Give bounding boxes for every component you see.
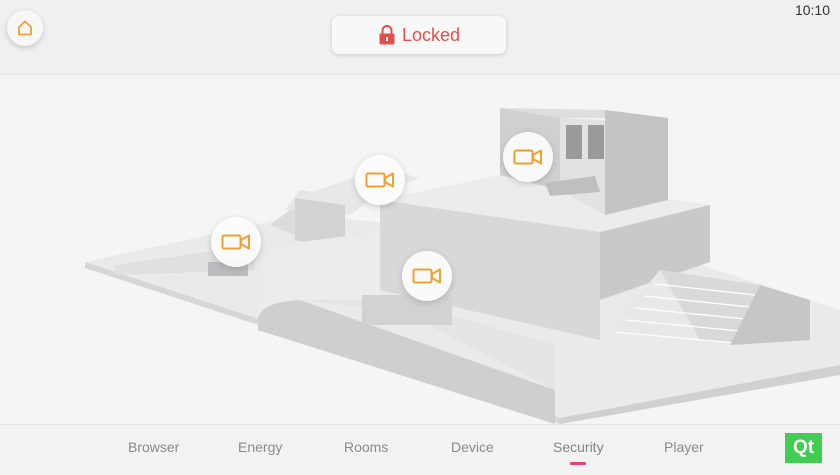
camera-4-button[interactable] <box>402 251 452 301</box>
nav-rooms[interactable]: Rooms <box>344 439 388 455</box>
video-camera-icon <box>365 172 394 188</box>
video-camera-icon <box>412 268 441 284</box>
house-model <box>85 108 840 424</box>
camera-3-button[interactable] <box>503 132 553 182</box>
bottom-nav: Browser Energy Rooms Device Security Pla… <box>0 424 840 475</box>
home-button[interactable] <box>7 10 43 46</box>
qt-logo: Qt <box>785 433 822 463</box>
video-camera-icon <box>513 149 542 165</box>
home-icon <box>18 20 32 36</box>
nav-device[interactable]: Device <box>451 439 494 455</box>
clock: 10:10 <box>794 2 830 18</box>
active-tab-indicator <box>570 462 586 465</box>
nav-browser[interactable]: Browser <box>128 439 179 455</box>
qt-logo-text: Qt <box>792 437 815 458</box>
nav-security[interactable]: Security <box>553 439 604 455</box>
camera-1-button[interactable] <box>211 217 261 267</box>
camera-2-button[interactable] <box>355 155 405 205</box>
lock-status-button[interactable]: Locked <box>332 16 506 54</box>
nav-player[interactable]: Player <box>664 439 704 455</box>
top-bar: Locked 10:10 <box>0 0 840 75</box>
lock-status-label: Locked <box>401 24 461 45</box>
nav-energy[interactable]: Energy <box>238 439 282 455</box>
padlock-icon <box>379 25 395 45</box>
house-3d-view[interactable] <box>0 75 840 424</box>
video-camera-icon <box>221 234 250 250</box>
